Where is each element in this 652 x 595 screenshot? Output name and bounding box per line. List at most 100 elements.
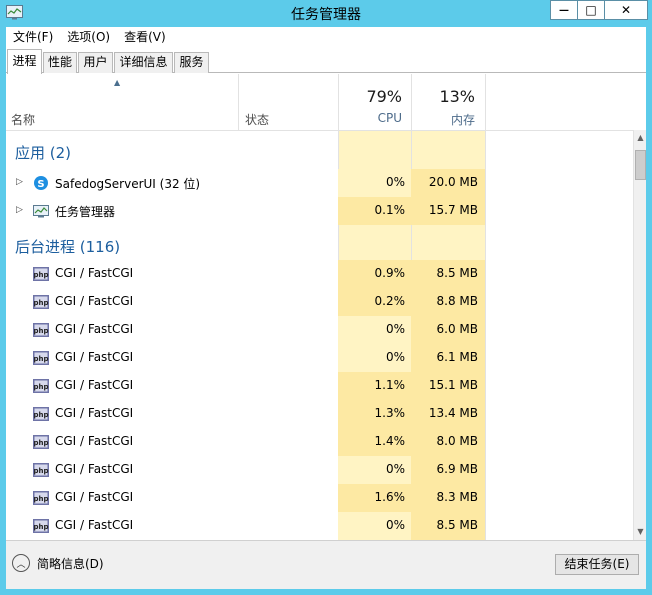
svg-text:php: php [33, 327, 48, 335]
end-task-button[interactable]: 结束任务(E) [555, 554, 639, 575]
svg-text:php: php [33, 439, 48, 447]
php-icon: php [33, 294, 49, 310]
minimize-button[interactable]: — [550, 0, 577, 20]
close-button[interactable]: ✕ [604, 0, 648, 20]
tab-processes[interactable]: 进程 [7, 49, 42, 74]
svg-text:php: php [33, 383, 48, 391]
process-cpu: 1.4% [374, 434, 406, 448]
menu-bar: 文件(F) 选项(O) 查看(V) [6, 27, 646, 48]
process-memory: 20.0 MB [428, 175, 478, 189]
process-memory: 6.9 MB [436, 462, 478, 476]
column-header-status[interactable]: 状态 [239, 74, 338, 130]
group-header-background[interactable]: 后台进程 (116) [6, 232, 633, 260]
process-memory: 15.1 MB [428, 378, 478, 392]
process-cpu: 0% [385, 175, 405, 189]
process-cpu: 0.9% [374, 266, 406, 280]
task-manager-window: 任务管理器 — □ ✕ 文件(F) 选项(O) 查看(V) 进程 性能 用户 详… [0, 0, 652, 595]
process-memory: 8.5 MB [436, 266, 478, 280]
header-divider [6, 130, 633, 131]
process-row[interactable]: php CGI / FastCGI 1.1% 15.1 MB [6, 372, 633, 400]
process-cpu: 0.1% [374, 203, 406, 217]
process-memory: 13.4 MB [428, 406, 478, 420]
php-icon: php [33, 490, 49, 506]
cpu-column-label: CPU [377, 111, 402, 125]
process-name: 任务管理器 [55, 205, 116, 219]
php-icon: php [33, 322, 49, 338]
sort-up-icon: ▲ [114, 78, 121, 87]
expand-icon[interactable]: ▷ [16, 205, 23, 215]
group-title-background: 后台进程 (116) [15, 238, 121, 256]
menu-view[interactable]: 查看(V) [117, 27, 173, 48]
process-memory: 6.0 MB [436, 322, 478, 336]
process-cpu: 0% [385, 350, 405, 364]
safedog-icon: S [34, 176, 48, 190]
process-row[interactable]: php CGI / FastCGI 0.2% 8.8 MB [6, 288, 633, 316]
svg-text:php: php [33, 523, 48, 531]
tab-users[interactable]: 用户 [78, 52, 113, 73]
scroll-thumb[interactable] [635, 150, 646, 180]
process-cpu: 1.3% [374, 406, 406, 420]
process-row[interactable]: php CGI / FastCGI 0.9% 8.5 MB [6, 260, 633, 288]
column-header-cpu[interactable]: 79% CPU [338, 74, 411, 130]
maximize-button[interactable]: □ [577, 0, 604, 20]
php-icon: php [33, 462, 49, 478]
process-name: CGI / FastCGI [55, 490, 134, 504]
column-header-name[interactable]: ▲ 名称 [6, 74, 238, 130]
process-table: ▲ 名称 状态 79% CPU 13% 内存 应用 (2) ▷ S Safedo… [6, 74, 646, 540]
process-row-task-manager[interactable]: ▷ 任务管理器 0.1% 15.7 MB [6, 197, 633, 225]
process-memory: 8.5 MB [436, 518, 478, 532]
process-memory: 8.0 MB [436, 434, 478, 448]
group-header-apps[interactable]: 应用 (2) [6, 138, 633, 166]
process-name: CGI / FastCGI [55, 406, 134, 420]
chevron-up-icon: ︿ [12, 554, 30, 572]
process-cpu: 0% [385, 322, 405, 336]
title-bar[interactable]: 任务管理器 — □ ✕ [0, 0, 652, 27]
column-name-label: 名称 [11, 113, 36, 127]
php-icon: php [33, 434, 49, 450]
fewer-details-label: 简略信息(D) [37, 556, 104, 571]
process-row[interactable]: php CGI / FastCGI 1.3% 13.4 MB [6, 400, 633, 428]
process-row[interactable]: php CGI / FastCGI 0% 6.9 MB [6, 456, 633, 484]
tab-details[interactable]: 详细信息 [114, 52, 173, 73]
fewer-details-button[interactable]: ︿ 简略信息(D) [12, 554, 104, 572]
process-memory: 8.8 MB [436, 294, 478, 308]
process-name: CGI / FastCGI [55, 462, 134, 476]
php-icon: php [33, 518, 49, 534]
process-memory: 6.1 MB [436, 350, 478, 364]
svg-text:php: php [33, 355, 48, 363]
column-header-memory[interactable]: 13% 内存 [411, 74, 485, 130]
maximize-icon: □ [585, 3, 597, 17]
menu-options[interactable]: 选项(O) [60, 27, 117, 48]
cpu-total-percent: 79% [366, 87, 402, 106]
minimize-icon: — [559, 4, 569, 16]
scroll-down-icon[interactable]: ▼ [634, 524, 646, 540]
svg-text:php: php [33, 271, 48, 279]
scroll-up-icon[interactable]: ▲ [634, 130, 646, 146]
process-row[interactable]: php CGI / FastCGI 0% 6.0 MB [6, 316, 633, 344]
tab-strip: 进程 性能 用户 详细信息 服务 [6, 49, 646, 74]
process-name: CGI / FastCGI [55, 266, 134, 280]
process-cpu: 0.2% [374, 294, 406, 308]
process-name: CGI / FastCGI [55, 350, 134, 364]
process-name: CGI / FastCGI [55, 518, 134, 532]
tab-performance[interactable]: 性能 [43, 52, 77, 73]
process-row[interactable]: php CGI / FastCGI 1.4% 8.0 MB [6, 428, 633, 456]
task-manager-icon [33, 205, 49, 218]
process-row[interactable]: php CGI / FastCGI 1.6% 8.3 MB [6, 484, 633, 512]
client-area: 文件(F) 选项(O) 查看(V) 进程 性能 用户 详细信息 服务 ▲ 名称 [6, 27, 646, 589]
vertical-scrollbar[interactable]: ▲ ▼ [633, 130, 646, 540]
svg-text:php: php [33, 495, 48, 503]
menu-file[interactable]: 文件(F) [6, 27, 60, 48]
tab-services[interactable]: 服务 [174, 52, 209, 73]
process-row[interactable]: php CGI / FastCGI 0% 6.1 MB [6, 344, 633, 372]
process-memory: 8.3 MB [436, 490, 478, 504]
process-cpu: 1.6% [374, 490, 406, 504]
process-row[interactable]: php CGI / FastCGI 0% 8.5 MB [6, 512, 633, 540]
svg-text:php: php [33, 411, 48, 419]
svg-text:S: S [37, 179, 44, 190]
php-icon: php [33, 350, 49, 366]
expand-icon[interactable]: ▷ [16, 177, 23, 187]
process-row-safedog[interactable]: ▷ S SafedogServerUI (32 位) 0% 20.0 MB [6, 169, 633, 197]
process-name: CGI / FastCGI [55, 434, 134, 448]
process-name: CGI / FastCGI [55, 378, 134, 392]
